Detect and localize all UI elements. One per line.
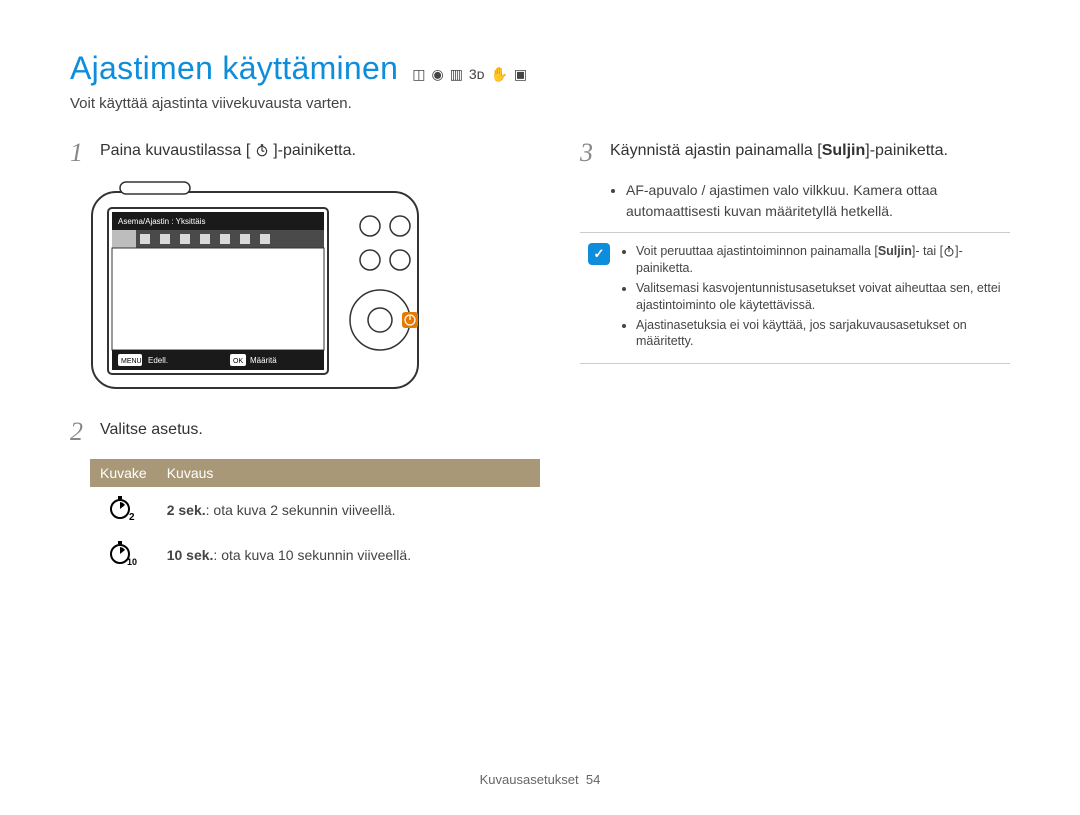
th-desc: Kuvaus <box>157 459 540 487</box>
table-row: 2 2 sek.: ota kuva 2 sekunnin viiveellä. <box>90 487 540 532</box>
row-desc: 2 sek.: ota kuva 2 sekunnin viiveellä. <box>157 487 540 532</box>
svg-text:OK: OK <box>233 358 243 365</box>
program-icon: ◉ <box>431 67 443 81</box>
step-3-bold: Suljin <box>822 142 866 159</box>
content-columns: 1 Paina kuvaustilassa [ ]-painiketta. <box>70 140 1010 577</box>
svg-text:MENU: MENU <box>121 358 142 365</box>
step-number: 3 <box>580 140 600 166</box>
step-3: 3 Käynnistä ajastin painamalla [Suljin]-… <box>580 140 1010 166</box>
info-item: Ajastinasetuksia ei voi käyttää, jos sar… <box>636 317 1002 351</box>
label-rest: : ota kuva 2 sekunnin viiveellä. <box>206 502 396 518</box>
table-row: 10 10 sek.: ota kuva 10 sekunnin viiveel… <box>90 532 540 577</box>
step-3-post: ]-painiketta. <box>865 142 948 159</box>
label-rest: : ota kuva 10 sekunnin viiveellä. <box>213 547 411 563</box>
footer-page: 54 <box>586 772 600 787</box>
lcd-set-label: Määritä <box>250 356 277 365</box>
svg-text:2: 2 <box>129 512 135 521</box>
left-column: 1 Paina kuvaustilassa [ ]-painiketta. <box>70 140 540 577</box>
lcd-topbar-text: Asema/Ajastin : Yksittäis <box>118 217 205 226</box>
step-1-text: Paina kuvaustilassa [ ]-painiketta. <box>100 140 356 162</box>
info-item: Valitsemasi kasvojentunnistusasetukset v… <box>636 280 1002 314</box>
options-table: Kuvake Kuvaus 2 2 sek.: ota kuva 2 sekun… <box>90 459 540 577</box>
label-bold: 2 sek. <box>167 502 206 518</box>
manual-page: Ajastimen käyttäminen ◫ ◉ ▥ 3ᴅ ✋ ▣ Voit … <box>0 0 1080 597</box>
step-1: 1 Paina kuvaustilassa [ ]-painiketta. <box>70 140 540 166</box>
lcd-back-label: Edell. <box>148 356 168 365</box>
scene-icon: ▥ <box>450 67 463 81</box>
timer-10s-icon: 10 <box>90 532 157 577</box>
step-1-pre: Paina kuvaustilassa [ <box>100 142 250 159</box>
footer-section: Kuvausasetukset <box>480 772 579 787</box>
info-item: Voit peruuttaa ajastintoiminnon painamal… <box>636 243 1002 277</box>
title-row: Ajastimen käyttäminen ◫ ◉ ▥ 3ᴅ ✋ ▣ <box>70 50 1010 87</box>
timer-2s-icon: 2 <box>90 487 157 532</box>
info-box: ✓ Voit peruuttaa ajastintoiminnon painam… <box>580 232 1010 364</box>
right-column: 3 Käynnistä ajastin painamalla [Suljin]-… <box>580 140 1010 577</box>
info1-pre: Voit peruuttaa ajastintoiminnon painamal… <box>636 244 878 258</box>
step-1-post: ]-painiketta. <box>273 142 356 159</box>
info1-bold: Suljin <box>878 244 912 258</box>
th-icon: Kuvake <box>90 459 157 487</box>
step-3-pre: Käynnistä ajastin painamalla [ <box>610 142 822 159</box>
page-title: Ajastimen käyttäminen <box>70 50 398 87</box>
info-list: Voit peruuttaa ajastintoiminnon painamal… <box>620 243 1002 353</box>
step-2: 2 Valitse asetus. <box>70 419 540 445</box>
camera-illustration: Asema/Ajastin : Yksittäis MENU Edell. <box>90 180 540 395</box>
row-desc: 10 sek.: ota kuva 10 sekunnin viiveellä. <box>157 532 540 577</box>
info1-mid: ]- tai [ <box>912 244 943 258</box>
label-bold: 10 sek. <box>167 547 214 563</box>
3d-icon: 3ᴅ <box>469 67 485 81</box>
timer-button-icon <box>943 244 955 258</box>
info-icon: ✓ <box>588 243 610 265</box>
timer-button-icon <box>250 142 273 159</box>
step-3-text: Käynnistä ajastin painamalla [Suljin]-pa… <box>610 140 948 162</box>
step-3-sub-item: AF-apuvalo / ajastimen valo vilkkuu. Kam… <box>626 180 1010 222</box>
mode-icons-row: ◫ ◉ ▥ 3ᴅ ✋ ▣ <box>412 67 527 81</box>
movie-icon: ✋ <box>490 67 507 81</box>
step-number: 2 <box>70 419 90 445</box>
svg-text:10: 10 <box>127 557 137 566</box>
step-2-text: Valitse asetus. <box>100 419 203 441</box>
smart-auto-icon: ◫ <box>412 67 425 81</box>
step-3-sub: AF-apuvalo / ajastimen valo vilkkuu. Kam… <box>610 180 1010 222</box>
dual-is-icon: ▣ <box>514 67 527 81</box>
page-footer: Kuvausasetukset 54 <box>0 772 1080 787</box>
step-number: 1 <box>70 140 90 166</box>
subtitle: Voit käyttää ajastinta viivekuvausta var… <box>70 95 1010 112</box>
